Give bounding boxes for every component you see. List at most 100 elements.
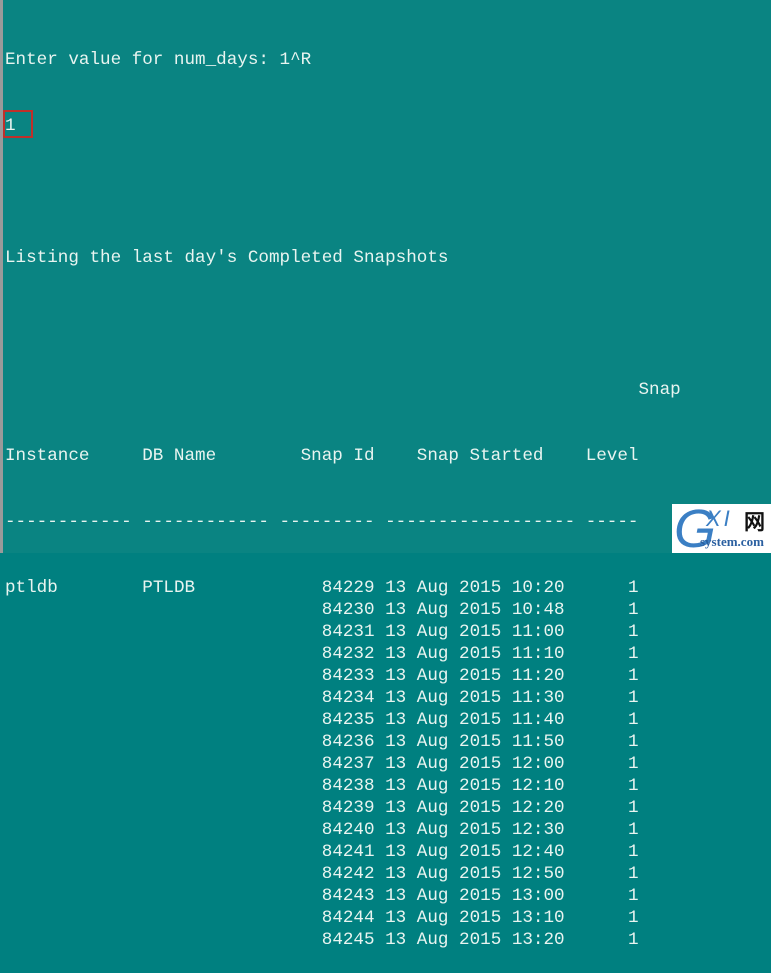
cell-instance <box>5 930 142 950</box>
table-row: 84230 13 Aug 2015 10:48 1 <box>5 599 771 621</box>
cell-snap-id: 84238 <box>279 776 386 796</box>
cell-instance <box>5 600 142 620</box>
cell-db-name <box>142 622 279 642</box>
table-row: 84233 13 Aug 2015 11:20 1 <box>5 665 771 687</box>
cell-snap-started: 13 Aug 2015 12:40 <box>385 842 586 862</box>
cell-snap-started: 13 Aug 2015 12:20 <box>385 798 586 818</box>
cell-snap-level: 1 <box>585 864 639 884</box>
cell-snap-started: 13 Aug 2015 11:10 <box>385 644 586 664</box>
cell-snap-level: 1 <box>585 798 639 818</box>
cell-snap-id: 84231 <box>279 622 386 642</box>
cell-db-name <box>142 930 279 950</box>
cell-snap-id: 84242 <box>279 864 386 884</box>
table-row: 84232 13 Aug 2015 11:10 1 <box>5 643 771 665</box>
cell-snap-id: 84236 <box>279 732 386 752</box>
cell-instance <box>5 754 142 774</box>
cell-snap-started: 13 Aug 2015 13:20 <box>385 930 586 950</box>
cell-db-name <box>142 600 279 620</box>
cell-snap-id: 84245 <box>279 930 386 950</box>
highlighted-input-value: 1 <box>3 110 33 138</box>
cell-snap-id: 84243 <box>279 886 386 906</box>
cell-db-name: PTLDB <box>142 578 280 598</box>
table-row: 84236 13 Aug 2015 11:50 1 <box>5 731 771 753</box>
cell-instance <box>5 864 142 884</box>
table-row: 84235 13 Aug 2015 11:40 1 <box>5 709 771 731</box>
cell-db-name <box>142 710 279 730</box>
cell-instance <box>5 820 142 840</box>
cell-snap-id: 84233 <box>279 666 386 686</box>
watermark-cn: 网 <box>744 511 765 534</box>
cell-snap-level: 1 <box>585 666 639 686</box>
table-row: 84243 13 Aug 2015 13:00 1 <box>5 885 771 907</box>
cell-snap-started: 13 Aug 2015 12:00 <box>385 754 586 774</box>
cell-snap-started: 13 Aug 2015 11:00 <box>385 622 586 642</box>
table-row: 84231 13 Aug 2015 11:00 1 <box>5 621 771 643</box>
table-header-line1: Snap <box>5 380 681 400</box>
cell-snap-level: 1 <box>585 754 639 774</box>
cell-instance: ptldb <box>5 578 143 598</box>
cell-snap-started: 13 Aug 2015 10:20 <box>385 578 586 598</box>
cell-snap-id: 84239 <box>279 798 386 818</box>
cell-snap-id: 84237 <box>279 754 386 774</box>
cell-db-name <box>142 798 279 818</box>
table-row: 84239 13 Aug 2015 12:20 1 <box>5 797 771 819</box>
cell-snap-level: 1 <box>585 776 639 796</box>
cell-snap-level: 1 <box>585 842 639 862</box>
cell-instance <box>5 732 142 752</box>
cell-db-name <box>142 688 279 708</box>
cell-snap-id: 84241 <box>279 842 386 862</box>
terminal-window[interactable]: Enter value for num_days: 1^R 1 Listing … <box>0 0 771 950</box>
table-row: 84244 13 Aug 2015 13:10 1 <box>5 907 771 929</box>
cell-instance <box>5 798 142 818</box>
cell-db-name <box>142 732 279 752</box>
cell-db-name <box>142 666 279 686</box>
cell-snap-started: 13 Aug 2015 11:50 <box>385 732 586 752</box>
cell-snap-level: 1 <box>585 688 639 708</box>
cell-snap-level: 1 <box>585 578 639 598</box>
table-row: 84238 13 Aug 2015 12:10 1 <box>5 775 771 797</box>
cell-db-name <box>142 644 279 664</box>
cell-instance <box>5 886 142 906</box>
cell-snap-started: 13 Aug 2015 12:50 <box>385 864 586 884</box>
table-row: 84237 13 Aug 2015 12:00 1 <box>5 753 771 775</box>
cell-instance <box>5 622 142 642</box>
table-separator: ------------ ------------ --------- ----… <box>5 512 639 532</box>
cell-db-name <box>142 908 279 928</box>
table-row: 84240 13 Aug 2015 12:30 1 <box>5 819 771 841</box>
listing-title: Listing the last day's Completed Snapsho… <box>5 248 449 268</box>
cell-db-name <box>142 886 279 906</box>
table-row: 84234 13 Aug 2015 11:30 1 <box>5 687 771 709</box>
cell-snap-id: 84230 <box>279 600 386 620</box>
cell-snap-started: 13 Aug 2015 10:48 <box>385 600 586 620</box>
cell-instance <box>5 666 142 686</box>
cell-snap-id: 84229 <box>279 578 386 598</box>
cell-snap-id: 84240 <box>279 820 386 840</box>
cell-snap-started: 13 Aug 2015 11:20 <box>385 666 586 686</box>
cell-instance <box>5 908 142 928</box>
cell-snap-started: 13 Aug 2015 13:10 <box>385 908 586 928</box>
cell-instance <box>5 710 142 730</box>
table-row: 84245 13 Aug 2015 13:20 1 <box>5 929 771 951</box>
cell-db-name <box>142 776 279 796</box>
cell-instance <box>5 644 142 664</box>
prompt-line: Enter value for num_days: 1^R <box>5 50 312 70</box>
cell-snap-level: 1 <box>585 886 639 906</box>
cell-snap-level: 1 <box>585 622 639 642</box>
cell-snap-id: 84232 <box>279 644 386 664</box>
cell-snap-started: 13 Aug 2015 13:00 <box>385 886 586 906</box>
cell-snap-level: 1 <box>585 644 639 664</box>
table-row: ptldb PTLDB 84229 13 Aug 2015 10:20 1 <box>5 577 771 599</box>
input-line: 1 <box>3 110 771 138</box>
cell-instance <box>5 776 142 796</box>
watermark-xi: XI <box>706 506 733 531</box>
cell-snap-level: 1 <box>585 820 639 840</box>
cell-snap-level: 1 <box>585 710 639 730</box>
watermark-domain: system.com <box>700 534 764 549</box>
watermark-logo: G XI 网 system.com <box>672 499 771 559</box>
cell-snap-id: 84244 <box>279 908 386 928</box>
cell-snap-id: 84235 <box>279 710 386 730</box>
cell-db-name <box>142 754 279 774</box>
cell-snap-level: 1 <box>585 732 639 752</box>
cell-db-name <box>142 842 279 862</box>
